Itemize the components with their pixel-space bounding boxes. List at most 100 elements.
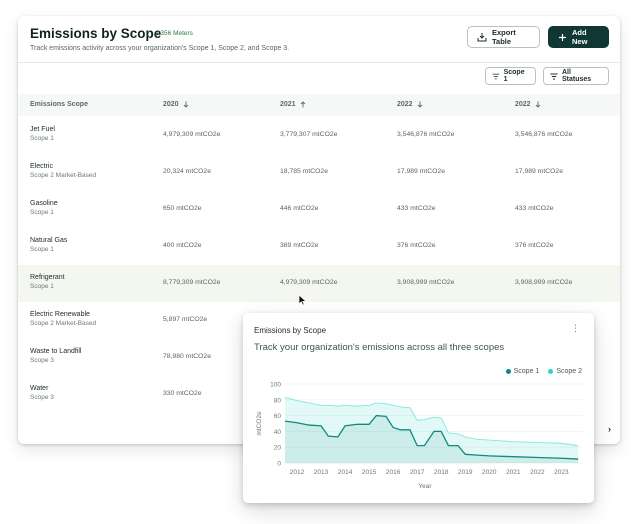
y-tick-label: 40 (274, 429, 282, 436)
header-divider (18, 62, 620, 63)
y-tick-label: 20 (274, 445, 282, 452)
y-axis-label: mtCO2e (256, 411, 263, 436)
y-tick-label: 0 (277, 461, 281, 468)
x-tick-label: 2023 (554, 469, 569, 476)
table-row[interactable]: Jet Fuel Scope 1 4,979,309 mtCO2e 3,779,307… (18, 117, 620, 154)
value-2020: 20,324 mtCO2e (163, 168, 211, 175)
arrow-up-icon (300, 101, 305, 108)
x-tick-label: 2022 (530, 469, 545, 476)
status-filter-dropdown[interactable]: All Statuses (543, 67, 609, 85)
emission-source: Waste to Landfill Scope 3 (30, 348, 82, 364)
card-header: Emissions by Scope 2,356 Meters Track em… (18, 16, 620, 62)
value-2021: 18,785 mtCO2e (280, 168, 328, 175)
chevron-right-icon[interactable]: › (608, 424, 611, 434)
x-tick-label: 2019 (458, 469, 473, 476)
value-2021: 4,979,309 mtCO2e (280, 279, 338, 286)
scope-filter-label: Scope 1 (503, 69, 525, 83)
source-name: Electric Renewable (30, 311, 90, 318)
x-tick-label: 2021 (506, 469, 521, 476)
value-2022: 3,546,876 mtCO2e (397, 131, 455, 138)
table-header-row: Emissions Scope 2020 2021 2022 2022 (18, 94, 620, 116)
value-2020: 78,980 mtCO2e (163, 353, 211, 360)
x-tick-label: 2013 (314, 469, 329, 476)
y-tick-label: 60 (274, 413, 282, 420)
value-2022: 433 mtCO2e (397, 205, 436, 212)
x-tick-label: 2014 (338, 469, 353, 476)
column-header-2022b[interactable]: 2022 (515, 101, 541, 108)
arrow-down-icon (183, 101, 188, 108)
add-new-button[interactable]: Add New (548, 26, 609, 48)
value-2022: 376 mtCO2e (397, 242, 436, 249)
source-scope: Scope 1 (30, 135, 54, 142)
scope-filter-dropdown[interactable]: Scope 1 (485, 67, 536, 85)
emission-source: Water Scope 3 (30, 385, 54, 401)
table-row[interactable]: Refrigerant Scope 1 8,779,309 mtCO2e 4,979,… (18, 265, 620, 302)
value-2021: 389 mtCO2e (280, 242, 319, 249)
source-name: Refrigerant (30, 274, 65, 281)
arrow-down-icon (535, 101, 540, 108)
emission-source: Refrigerant Scope 1 (30, 274, 65, 290)
column-header-label: 2021 (280, 101, 296, 108)
source-name: Electric (30, 163, 53, 170)
x-tick-label: 2016 (386, 469, 401, 476)
emissions-area-chart: 0 20 40 60 80 100 mtCO2e 2012 2013 2014 2015 2016 20… (256, 382, 583, 490)
source-scope: Scope 3 (30, 394, 54, 401)
column-header-label: 2020 (163, 101, 179, 108)
page-title: Emissions by Scope (30, 26, 162, 41)
column-header-2020[interactable]: 2020 (163, 101, 189, 108)
column-header-2022[interactable]: 2022 (397, 101, 423, 108)
value-2020: 4,979,309 mtCO2e (163, 131, 221, 138)
download-icon (477, 33, 487, 42)
source-name: Jet Fuel (30, 126, 55, 133)
x-axis-label: Year (418, 483, 432, 490)
value-2022: 17,989 mtCO2e (397, 168, 445, 175)
export-table-label: Export Table (492, 28, 516, 46)
value-2022b: 376 mtCO2e (515, 242, 554, 249)
chart-subtitle: Track your organization's emissions acro… (254, 342, 505, 353)
status-filter-label: All Statuses (561, 69, 592, 83)
emission-source: Electric Renewable Scope 2 Market-Based (30, 311, 96, 327)
emission-source: Natural Gas Scope 1 (30, 237, 67, 253)
x-tick-label: 2017 (410, 469, 425, 476)
x-tick-label: 2018 (434, 469, 449, 476)
source-scope: Scope 2 Market-Based (30, 320, 97, 327)
table-row[interactable]: Natural Gas Scope 1 400 mtCO2e 389 mtCO2e 37… (18, 228, 620, 265)
value-2022b: 433 mtCO2e (515, 205, 554, 212)
emission-source: Gasoline Scope 1 (30, 200, 58, 216)
value-2021: 3,779,307 mtCO2e (280, 131, 338, 138)
source-scope: Scope 3 (30, 357, 54, 364)
y-tick-label: 80 (274, 397, 282, 404)
chart-title: Emissions by Scope (254, 326, 327, 335)
column-header-label: 2022 (515, 101, 531, 108)
column-header-scope[interactable]: Emissions Scope (30, 101, 88, 108)
x-tick-label: 2020 (482, 469, 497, 476)
value-2022b: 3,908,999 mtCO2e (515, 279, 573, 286)
table-row[interactable]: Electric Scope 2 Market-Based 20,324 mtCO2… (18, 154, 620, 191)
y-tick-label: 100 (270, 382, 281, 389)
plus-icon (559, 33, 566, 41)
x-tick-label: 2015 (362, 469, 377, 476)
column-header-label: Emissions Scope (30, 101, 88, 108)
kebab-menu-icon[interactable]: ⋮ (571, 324, 580, 333)
meters-count-badge: 2,356 Meters (155, 30, 193, 37)
value-2021: 446 mtCO2e (280, 205, 319, 212)
value-2020: 650 mtCO2e (163, 205, 202, 212)
x-tick-label: 2012 (290, 469, 305, 476)
value-2022b: 3,546,876 mtCO2e (515, 131, 573, 138)
add-new-label: Add New (572, 28, 588, 46)
value-2020: 8,779,309 mtCO2e (163, 279, 221, 286)
chart-popup-card: Emissions by Scope Track your organizati… (243, 313, 594, 503)
export-table-button[interactable]: Export Table (467, 26, 540, 48)
value-2020: 5,897 mtCO2e (163, 316, 208, 323)
source-name: Natural Gas (30, 237, 68, 244)
source-scope: Scope 2 Market-Based (30, 172, 97, 179)
column-header-2021[interactable]: 2021 (280, 101, 306, 108)
emission-source: Electric Scope 2 Market-Based (30, 163, 96, 179)
arrow-down-icon (417, 101, 422, 108)
source-name: Gasoline (30, 200, 58, 207)
source-scope: Scope 1 (30, 209, 54, 216)
value-2020: 330 mtCO2e (163, 390, 202, 397)
table-row[interactable]: Gasoline Scope 1 650 mtCO2e 446 mtCO2e 433 m… (18, 191, 620, 228)
source-scope: Scope 1 (30, 283, 54, 290)
value-2022b: 17,989 mtCO2e (515, 168, 563, 175)
